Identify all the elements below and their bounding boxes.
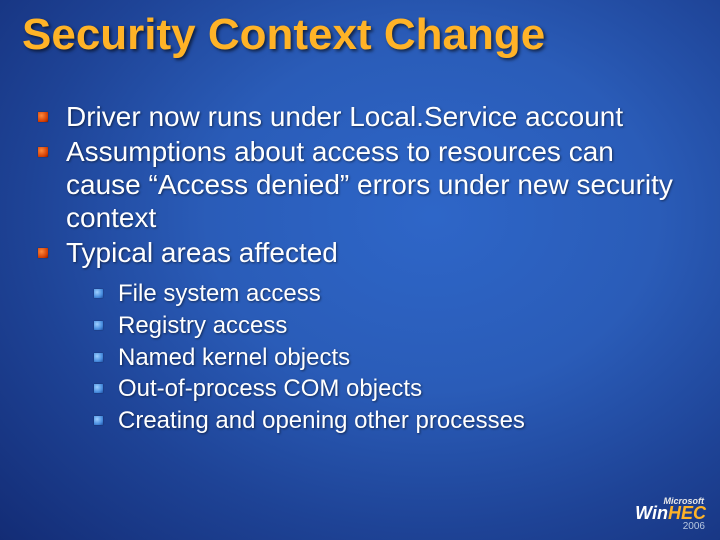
bullet-item: Assumptions about access to resources ca… (30, 135, 690, 234)
logo-brand-suffix: HEC (668, 503, 706, 523)
slide-body: Driver now runs under Local.Service acco… (30, 100, 690, 438)
sub-bullet-text: Registry access (118, 312, 287, 339)
bullet-text: Assumptions about access to resources ca… (66, 136, 673, 233)
slide: Security Context Change Driver now runs … (0, 0, 720, 540)
sub-bullet-item: Creating and opening other processes (88, 406, 690, 436)
sub-bullet-text: Out-of-process COM objects (118, 375, 422, 402)
winhec-logo: Microsoft WinHEC 2006 (635, 497, 706, 532)
bullet-text: Typical areas affected (66, 237, 338, 268)
sub-bullet-text: Named kernel objects (118, 344, 350, 371)
bullet-item: Driver now runs under Local.Service acco… (30, 100, 690, 133)
logo-year: 2006 (635, 522, 705, 532)
logo-brand: WinHEC (635, 503, 706, 523)
bullet-text: Driver now runs under Local.Service acco… (66, 101, 623, 132)
sub-bullet-item: File system access (88, 279, 690, 309)
sub-bullet-item: Named kernel objects (88, 343, 690, 373)
sub-bullet-item: Registry access (88, 311, 690, 341)
sub-bullet-text: Creating and opening other processes (118, 407, 525, 434)
bullet-list-level1: Driver now runs under Local.Service acco… (30, 100, 690, 436)
logo-brand-prefix: Win (635, 503, 668, 523)
sub-bullet-text: File system access (118, 280, 321, 307)
sub-bullet-item: Out-of-process COM objects (88, 374, 690, 404)
bullet-item: Typical areas affected File system acces… (30, 236, 690, 436)
slide-title: Security Context Change (22, 10, 545, 60)
bullet-list-level2: File system access Registry access Named… (88, 279, 690, 436)
